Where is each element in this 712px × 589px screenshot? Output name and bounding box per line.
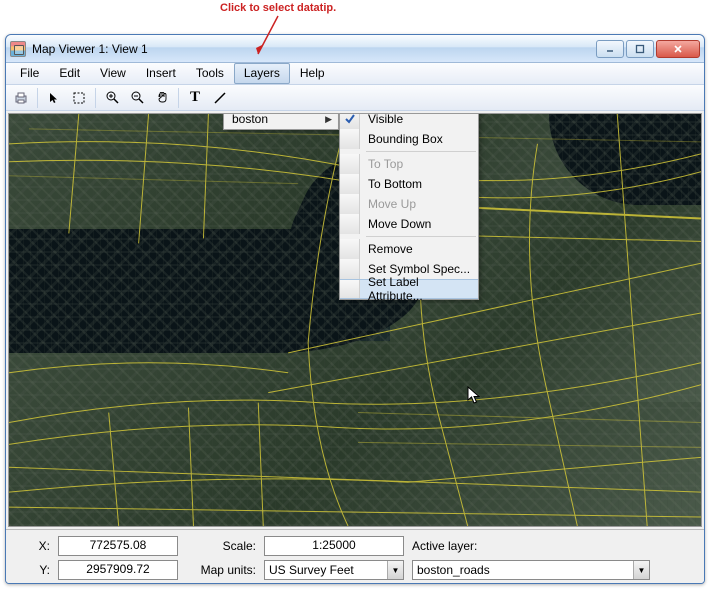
scale-value[interactable]: 1:25000 <box>264 536 404 556</box>
menu-edit[interactable]: Edit <box>49 63 90 84</box>
layer-item-boston[interactable]: boston▶ <box>224 113 338 129</box>
close-button[interactable] <box>656 40 700 58</box>
statusbar: X: 772575.08 Scale: 1:25000 Active layer… <box>6 529 704 583</box>
active-layer-label: Active layer: <box>412 539 502 553</box>
window-title: Map Viewer 1: View 1 <box>32 42 596 56</box>
menu-layers[interactable]: Layers <box>234 63 290 84</box>
maximize-button[interactable] <box>626 40 654 58</box>
map-units-combo[interactable]: US Survey Feet▼ <box>264 560 404 580</box>
menubar: File Edit View Insert Tools Layers Help <box>6 63 704 85</box>
minimize-button[interactable] <box>596 40 624 58</box>
y-value[interactable]: 2957909.72 <box>58 560 178 580</box>
annotation-arrow <box>254 14 284 62</box>
menu-help[interactable]: Help <box>290 63 335 84</box>
text-button[interactable]: T <box>184 87 206 109</box>
opt-to-bottom[interactable]: To Bottom <box>340 174 478 194</box>
dropdown-icon: ▼ <box>387 561 403 579</box>
layer-options-submenu: Active Visible Bounding Box To Top To Bo… <box>339 113 479 300</box>
print-button[interactable] <box>10 87 32 109</box>
dropdown-icon: ▼ <box>633 561 649 579</box>
menu-tools[interactable]: Tools <box>186 63 234 84</box>
menu-file[interactable]: File <box>10 63 49 84</box>
scale-label: Scale: <box>186 539 256 553</box>
opt-visible[interactable]: Visible <box>340 113 478 129</box>
opt-move-up[interactable]: Move Up <box>340 194 478 214</box>
opt-to-top[interactable]: To Top <box>340 154 478 174</box>
zoom-in-button[interactable] <box>101 87 123 109</box>
x-label: X: <box>20 539 50 553</box>
select-area-button[interactable] <box>68 87 90 109</box>
y-label: Y: <box>20 563 50 577</box>
menu-view[interactable]: View <box>90 63 136 84</box>
pan-button[interactable] <box>151 87 173 109</box>
annotation-text: Click to select datatip. <box>220 2 336 14</box>
titlebar[interactable]: Map Viewer 1: View 1 <box>6 35 704 63</box>
app-icon <box>10 41 26 57</box>
mouse-cursor-icon <box>467 386 483 406</box>
menu-insert[interactable]: Insert <box>136 63 186 84</box>
map-canvas[interactable]: boston_roads▶ boston▶ Active Visible Bou… <box>8 113 702 527</box>
active-layer-combo[interactable]: boston_roads▼ <box>412 560 650 580</box>
line-button[interactable] <box>209 87 231 109</box>
x-value[interactable]: 772575.08 <box>58 536 178 556</box>
opt-move-down[interactable]: Move Down <box>340 214 478 234</box>
map-viewer-window: Map Viewer 1: View 1 File Edit View Inse… <box>5 34 705 584</box>
layers-submenu: boston_roads▶ boston▶ <box>223 113 339 130</box>
opt-bounding-box[interactable]: Bounding Box <box>340 129 478 149</box>
opt-label-attribute[interactable]: Set Label Attribute... <box>340 279 478 299</box>
opt-remove[interactable]: Remove <box>340 239 478 259</box>
map-units-label: Map units: <box>186 563 256 577</box>
zoom-out-button[interactable] <box>126 87 148 109</box>
pointer-button[interactable] <box>43 87 65 109</box>
toolbar: T <box>6 85 704 111</box>
